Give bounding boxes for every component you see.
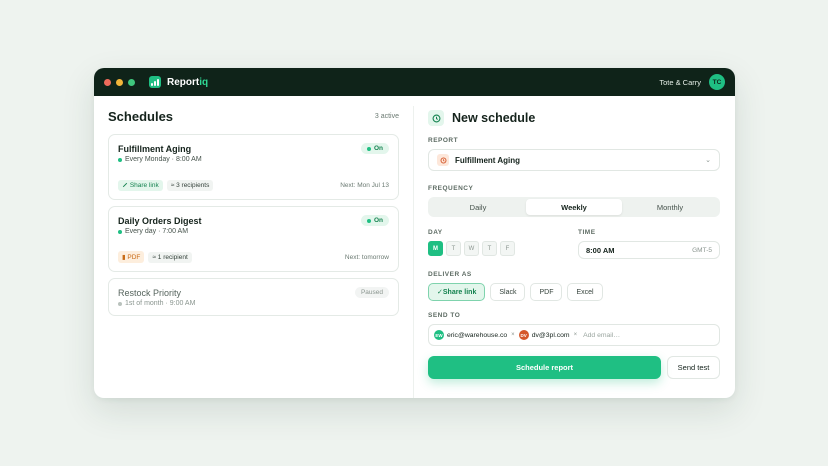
people-icon: ≈ — [152, 253, 156, 261]
file-icon: ▮ — [122, 254, 126, 261]
clock-icon — [428, 110, 444, 126]
next-run: Next: Mon Jul 13 — [340, 182, 389, 189]
timezone: GMT-5 — [692, 246, 712, 254]
schedules-panel: Schedules 3 active Fulfillment Aging On … — [94, 96, 413, 398]
frequency-segmented-control: Daily Weekly Monthly — [428, 197, 720, 217]
recipients-tag: ≈ 1 recipient — [148, 251, 192, 263]
recipient-email: eric@warehouse.co — [447, 331, 508, 339]
title-bar: Reportiq Tote & Carry TC — [94, 68, 735, 96]
status-dot-icon — [366, 218, 371, 223]
user-avatar[interactable]: TC — [709, 74, 725, 90]
app-window: Reportiq Tote & Carry TC Schedules 3 act… — [94, 68, 735, 398]
brand: Reportiq — [149, 76, 208, 88]
day-monday[interactable]: M — [428, 241, 443, 256]
report-select[interactable]: Fulfillment Aging ⌄ — [428, 149, 720, 171]
cadence-dot-icon — [118, 301, 122, 306]
remove-recipient-icon[interactable]: × — [574, 332, 578, 338]
frequency-option-monthly[interactable]: Monthly — [622, 199, 718, 215]
recipient-avatar: DV — [518, 330, 529, 340]
schedule-name: Daily Orders Digest — [118, 215, 202, 226]
report-icon — [437, 154, 449, 166]
report-value: Fulfillment Aging — [455, 155, 521, 165]
day-friday[interactable]: F — [500, 241, 515, 256]
schedule-cadence: Every Monday · 8:00 AM — [125, 156, 202, 163]
schedule-cadence: 1st of month · 9:00 AM — [125, 300, 196, 307]
deliver-options: ✓ Share link Slack PDF Excel — [428, 283, 720, 301]
minimize-window-button[interactable] — [116, 78, 123, 86]
deliver-slack-button[interactable]: Slack — [490, 283, 526, 301]
frequency-label: FREQUENCY — [428, 185, 474, 192]
recipient-avatar: EW — [434, 330, 444, 340]
schedule-card[interactable]: Fulfillment Aging On Every Monday · 8:00… — [108, 134, 399, 200]
maximize-window-button[interactable] — [128, 78, 135, 86]
recipients-input[interactable]: EW eric@warehouse.co × DV dv@3pl.com × A… — [428, 324, 720, 346]
format-tag: Share link — [118, 180, 163, 191]
schedule-card[interactable]: Restock Priority Paused 1st of month · 9… — [108, 278, 399, 316]
status-toggle[interactable]: Paused — [354, 287, 389, 298]
frequency-option-weekly[interactable]: Weekly — [526, 199, 622, 215]
frequency-option-daily[interactable]: Daily — [430, 199, 526, 215]
day-wednesday[interactable]: W — [464, 241, 479, 256]
form-title: New schedule — [452, 111, 536, 125]
time-input[interactable]: 8:00 AM GMT-5 — [578, 241, 720, 259]
bar-chart-icon — [149, 76, 161, 88]
sendto-label: SEND TO — [428, 312, 461, 319]
people-icon: ≈ — [170, 182, 175, 189]
day-thursday[interactable]: T — [482, 241, 497, 256]
status-dot-icon — [366, 146, 371, 151]
day-label: DAY — [428, 229, 443, 236]
recipient-email: dv@3pl.com — [531, 331, 570, 339]
window-controls — [104, 78, 135, 86]
new-schedule-panel: New schedule REPORT Fulfillment Aging ⌄ … — [414, 96, 735, 398]
add-email-input[interactable]: Add email… — [583, 332, 620, 339]
brand-name: Report — [167, 76, 200, 88]
schedule-card[interactable]: Daily Orders Digest On Every day · 7:00 … — [108, 206, 399, 272]
schedule-report-button[interactable]: Schedule report — [428, 356, 661, 379]
next-run: Next: tomorrow — [344, 253, 389, 261]
brand-suffix: iq — [199, 76, 209, 88]
schedule-cadence: Every day · 7:00 AM — [125, 228, 189, 235]
recipient-chip: EW eric@warehouse.co × — [434, 330, 515, 340]
deliver-label: DELIVER AS — [428, 271, 472, 278]
close-window-button[interactable] — [104, 78, 111, 86]
recipients-tag: ≈ 3 recipients — [166, 180, 214, 191]
deliver-pdf-button[interactable]: PDF — [530, 283, 563, 301]
chevron-down-icon: ⌄ — [705, 157, 711, 164]
day-tuesday[interactable]: T — [446, 241, 461, 256]
status-toggle[interactable]: On — [360, 143, 389, 154]
deliver-excel-button[interactable]: Excel — [567, 283, 603, 301]
deliver-share-link-button[interactable]: ✓ Share link — [428, 283, 486, 301]
schedule-name: Fulfillment Aging — [118, 143, 192, 154]
send-test-button[interactable]: Send test — [667, 356, 720, 379]
report-label: REPORT — [428, 137, 459, 144]
cadence-dot-icon — [118, 229, 122, 234]
time-label: TIME — [578, 229, 596, 236]
day-picker: M T W T F — [428, 241, 568, 256]
schedules-title: Schedules — [108, 109, 174, 124]
status-toggle[interactable]: On — [360, 215, 389, 226]
schedule-name: Restock Priority — [118, 287, 182, 298]
link-icon — [122, 182, 128, 188]
workspace-name[interactable]: Tote & Carry — [659, 78, 701, 87]
time-value: 8:00 AM — [586, 245, 615, 255]
active-count: 3 active — [374, 113, 399, 120]
recipient-chip: DV dv@3pl.com × — [518, 330, 578, 340]
cadence-dot-icon — [118, 157, 122, 162]
format-tag: ▮ PDF — [118, 251, 145, 263]
remove-recipient-icon[interactable]: × — [511, 332, 515, 338]
